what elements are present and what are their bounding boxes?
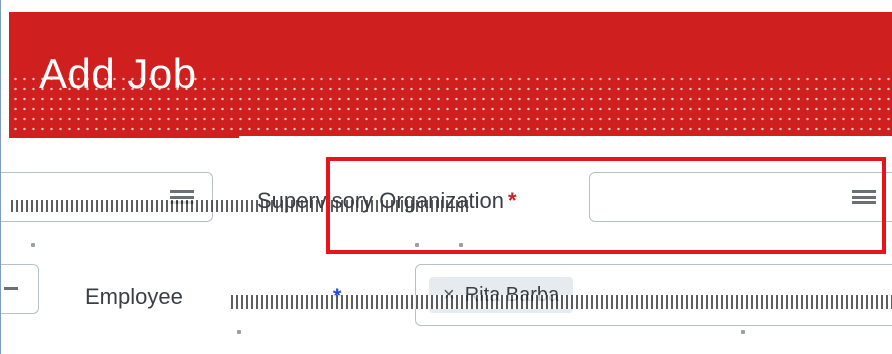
required-marker: *: [508, 188, 517, 213]
page-title: Add Job: [39, 50, 197, 97]
tick-mark: [459, 243, 463, 247]
previous-field-input[interactable]: [1, 172, 213, 222]
supervisory-organization-input[interactable]: [589, 172, 892, 222]
previous-field-input-2[interactable]: [1, 264, 39, 314]
minus-icon[interactable]: [4, 287, 18, 290]
header-underline: [9, 136, 239, 138]
page-header: Add Job: [9, 12, 892, 136]
menu-icon[interactable]: [852, 190, 876, 204]
supervisory-organization-label: Supervisory Organization *: [257, 188, 517, 214]
supervisory-organization-label-text: Supervisory Organization: [257, 188, 505, 213]
tick-mark: [415, 243, 419, 247]
scan-artifact: [231, 295, 892, 309]
employee-label-text: Employee: [85, 284, 183, 309]
tick-mark: [741, 330, 745, 334]
tick-mark: [237, 330, 241, 334]
tick-mark: [31, 243, 35, 247]
add-job-screen: Add Job Supervisory Organization * Employ…: [0, 0, 892, 354]
